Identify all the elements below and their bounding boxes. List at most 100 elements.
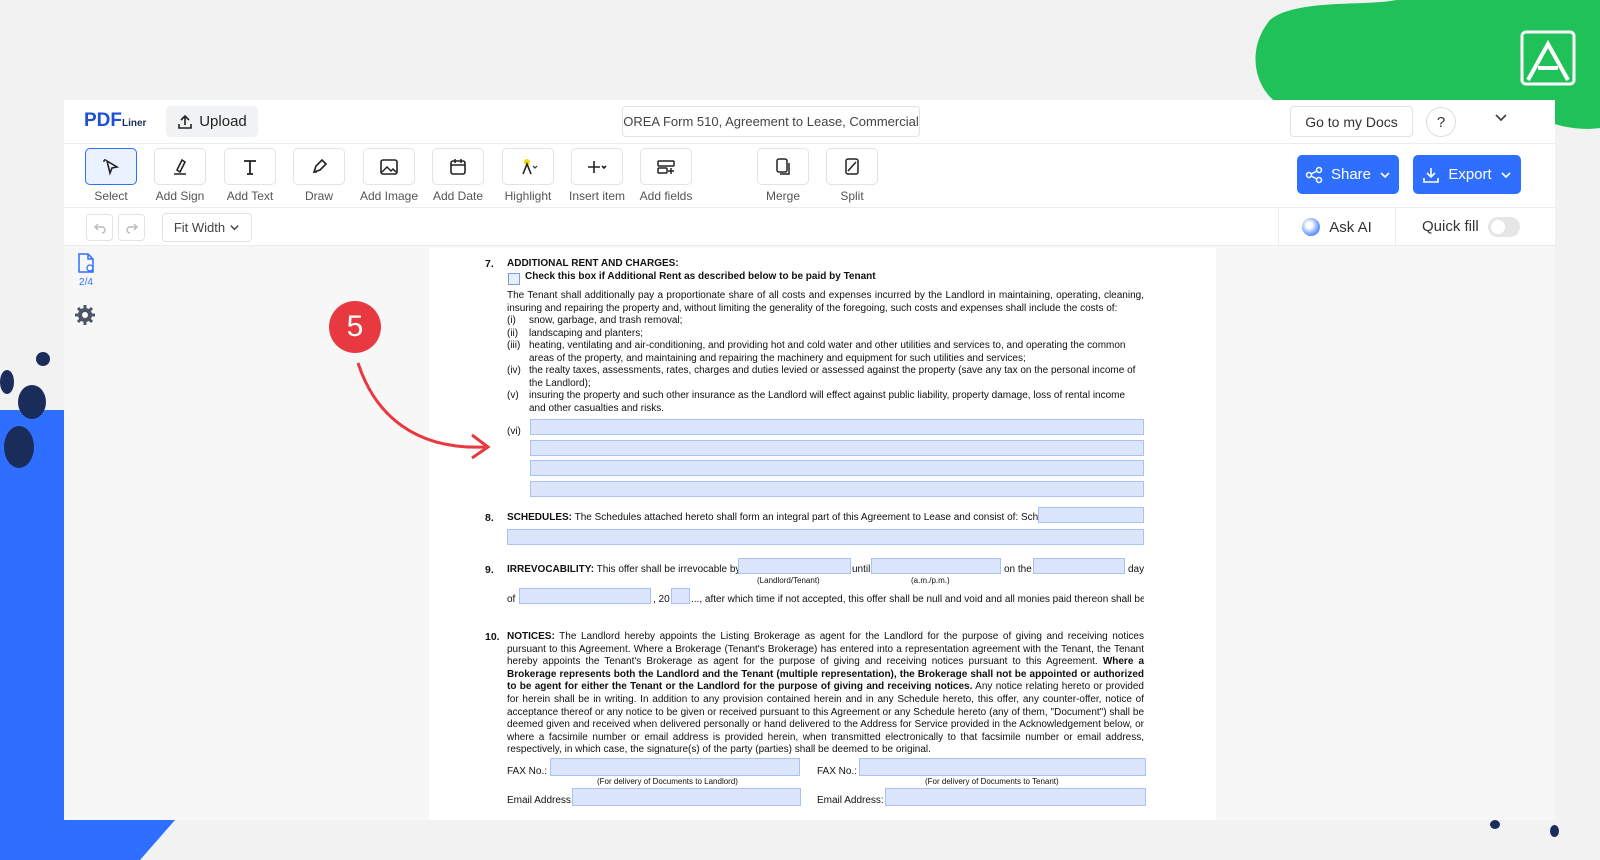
list-item: snow, garbage, and trash removal; [529, 315, 683, 326]
list-marker: (vi) [507, 426, 521, 437]
tool-add-fields[interactable]: Add fields [636, 148, 696, 203]
section-number: 9. [485, 564, 494, 576]
tool-highlight[interactable]: Highlight [498, 148, 558, 203]
tool-add-sign[interactable]: Add Sign [150, 148, 210, 203]
email-label: Email Address: [817, 795, 884, 806]
decorative-dot [18, 385, 46, 419]
irrevocability-text: IRREVOCABILITY: This offer shall be irre… [507, 564, 741, 575]
additional-rent-checkbox[interactable] [508, 273, 520, 285]
schedules-text: SCHEDULES: The Schedules attached hereto… [507, 512, 1075, 523]
chevron-down-icon[interactable] [1494, 110, 1508, 127]
list-item: heating, ventilating and air-conditionin… [529, 340, 1126, 364]
additional-rent-field-1[interactable] [530, 419, 1144, 435]
ask-ai-button[interactable]: Ask AI [1278, 208, 1396, 246]
list-marker: (v) [507, 390, 519, 401]
tool-merge[interactable]: Merge [753, 148, 813, 203]
redo-button[interactable] [118, 214, 145, 241]
checkbox-label: Check this box if Additional Rent as des… [525, 271, 876, 282]
merge-icon [776, 157, 790, 175]
on-the-label: on the [1004, 564, 1032, 575]
quick-fill-toggle[interactable] [1488, 217, 1520, 237]
image-icon [380, 158, 398, 175]
landlord-email-field[interactable] [572, 788, 801, 806]
field-caption: (a.m./p.m.) [911, 576, 950, 585]
list-item: insuring the property and such other ins… [529, 390, 1126, 414]
additional-rent-field-3[interactable] [530, 460, 1144, 476]
arrow-pointer-icon [356, 362, 491, 460]
quick-fill-label: Quick fill [1422, 218, 1479, 235]
document-title-field[interactable]: OREA Form 510, Agreement to Lease, Comme… [622, 106, 920, 137]
additional-rent-field-4[interactable] [530, 481, 1144, 497]
year-prefix: , 20 [653, 594, 670, 605]
top-bar: PDFLiner Upload OREA Form 510, Agreement… [64, 100, 1555, 144]
schedules-field[interactable] [1038, 507, 1144, 523]
tool-add-image[interactable]: Add Image [359, 148, 419, 203]
of-label: of [507, 594, 516, 605]
additional-rent-field-2[interactable] [530, 440, 1144, 456]
tool-bar: Select Add Sign Add Text Draw Add Image … [64, 144, 1555, 208]
share-button[interactable]: Share [1297, 155, 1399, 194]
upload-button[interactable]: Upload [166, 106, 258, 137]
paragraph: The Tenant shall additionally pay a prop… [507, 290, 1144, 314]
section-number: 10. [485, 631, 500, 643]
irrevocable-by-field[interactable] [738, 558, 851, 574]
select-cursor-icon [103, 158, 120, 176]
undo-icon [93, 223, 106, 234]
field-caption: (Landlord/Tenant) [757, 576, 820, 585]
fax-label: FAX No.: [817, 766, 858, 777]
zoom-select[interactable]: Fit Width [162, 213, 252, 242]
chevron-down-icon [1501, 171, 1511, 178]
help-button[interactable]: ? [1426, 107, 1456, 137]
redo-icon [125, 223, 138, 234]
fax-label: FAX No.: [507, 766, 548, 777]
decorative-blue-panel [0, 410, 64, 860]
year-field[interactable] [671, 588, 690, 604]
tool-add-date[interactable]: Add Date [428, 148, 488, 203]
go-to-my-docs-button[interactable]: Go to my Docs [1290, 106, 1413, 137]
ai-orb-icon [1302, 218, 1321, 236]
page-icon [78, 253, 94, 273]
list-item: landscaping and planters; [529, 328, 643, 339]
email-label: Email Address: [507, 795, 574, 806]
time-field[interactable] [871, 558, 1001, 574]
upload-icon [178, 114, 193, 129]
page-indicator-text: 2/4 [79, 277, 93, 288]
download-icon [1423, 167, 1440, 183]
share-icon [1305, 166, 1323, 183]
field-caption: (For delivery of Documents to Landlord) [597, 777, 738, 786]
undo-button[interactable] [86, 214, 113, 241]
schedules-field-2[interactable] [507, 529, 1144, 545]
month-field[interactable] [519, 588, 651, 604]
tool-draw[interactable]: Draw [289, 148, 349, 203]
tool-insert-item[interactable]: Insert item [567, 148, 627, 203]
landlord-fax-field[interactable] [550, 758, 800, 776]
list-item: the realty taxes, assessments, rates, ch… [529, 365, 1136, 389]
tenant-fax-field[interactable] [859, 758, 1146, 776]
app-logo[interactable]: PDFLiner [84, 110, 146, 132]
left-sidebar: 2/4 [64, 246, 108, 346]
document-page: 7. ADDITIONAL RENT AND CHARGES: Check th… [429, 248, 1216, 820]
section-number: 8. [485, 512, 494, 524]
field-caption: (For delivery of Documents to Tenant) [925, 777, 1059, 786]
list-marker: (iii) [507, 340, 521, 351]
view-bar: Fit Width Ask AI Quick fill [64, 208, 1555, 246]
tool-split[interactable]: Split [822, 148, 882, 203]
add-fields-icon [657, 159, 675, 174]
chevron-down-icon [230, 225, 239, 231]
pages-button[interactable]: 2/4 [70, 252, 102, 288]
highlighter-icon [522, 158, 538, 174]
chevron-down-icon [1380, 171, 1390, 178]
irrevocability-text-cont: ..., after which time if not accepted, t… [691, 594, 1144, 605]
decorative-blue-panel-bottom [0, 820, 175, 860]
gear-icon[interactable] [74, 304, 96, 331]
decorative-dot [0, 370, 14, 394]
tool-add-text[interactable]: Add Text [220, 148, 280, 203]
pdf-editor-window: PDFLiner Upload OREA Form 510, Agreement… [64, 100, 1555, 820]
export-button[interactable]: Export [1413, 155, 1521, 194]
tool-select[interactable]: Select [81, 148, 141, 203]
decorative-dot [36, 352, 50, 366]
day-field[interactable] [1033, 558, 1125, 574]
tenant-email-field[interactable] [885, 788, 1146, 806]
split-icon [845, 157, 859, 175]
calendar-icon [450, 158, 466, 175]
